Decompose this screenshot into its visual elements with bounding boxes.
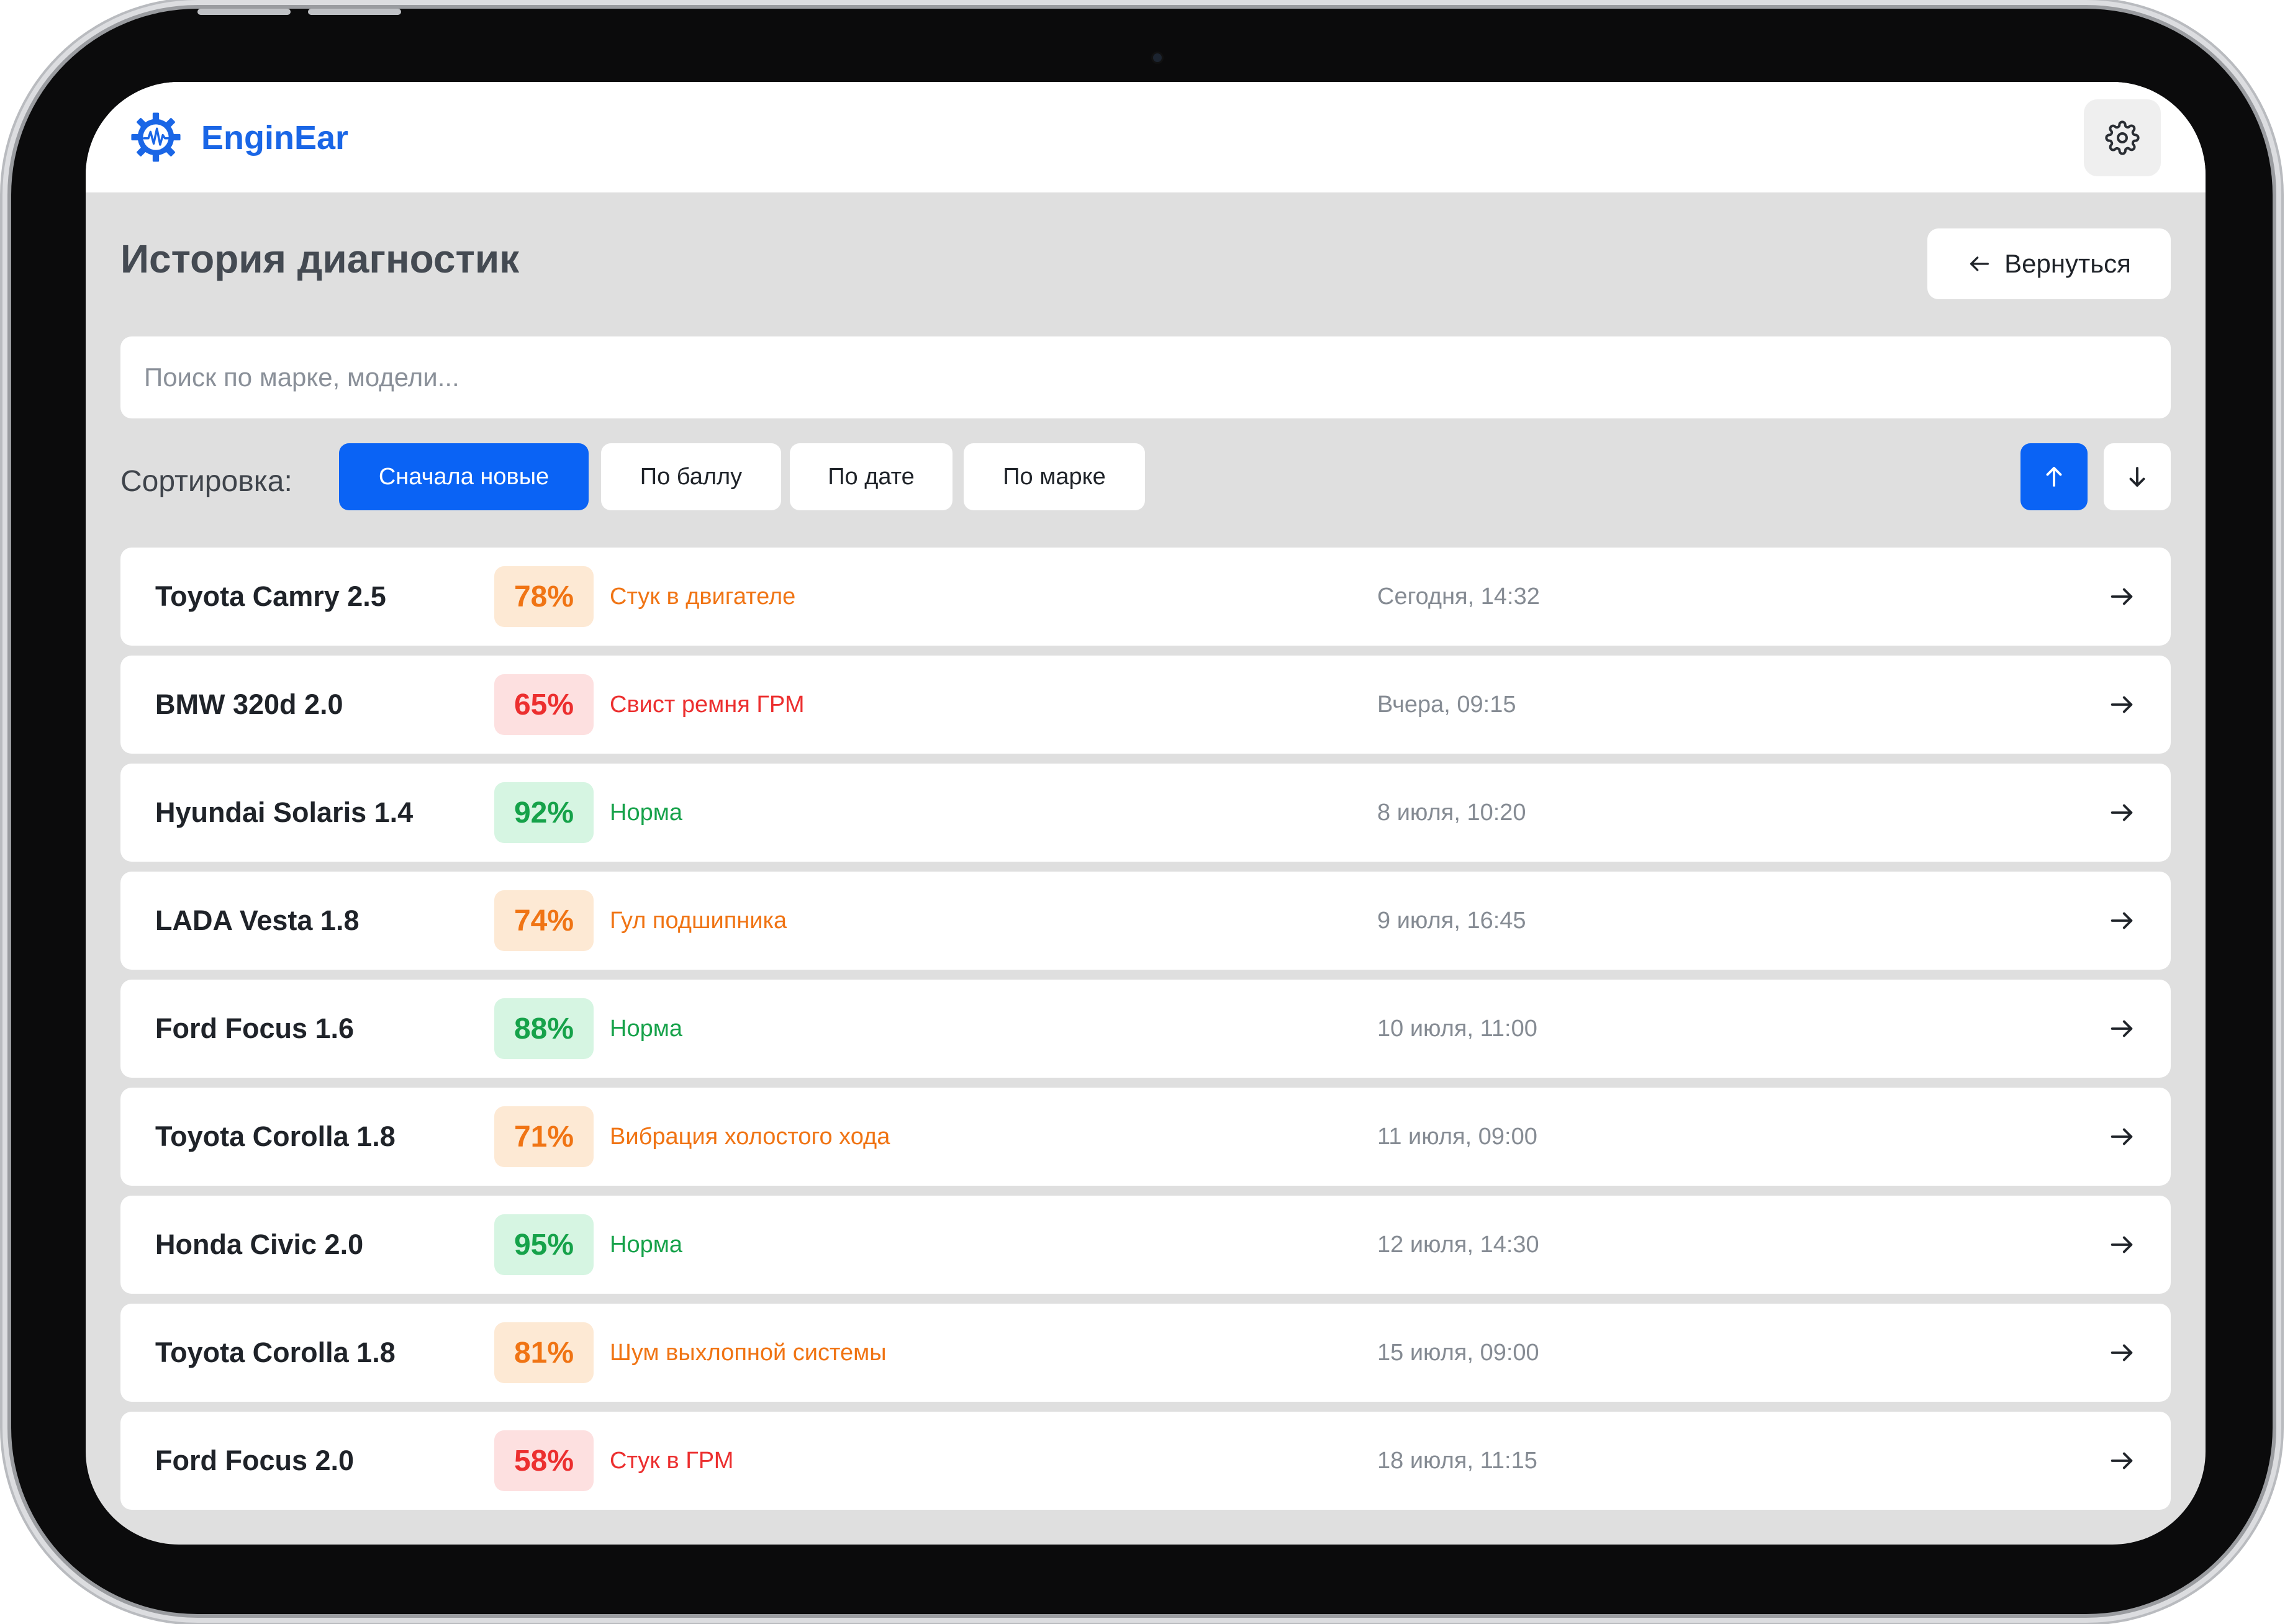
search-input[interactable] bbox=[120, 336, 2171, 418]
open-row-button[interactable] bbox=[2106, 797, 2137, 828]
score-badge: 65% bbox=[494, 674, 594, 735]
arrow-right-icon bbox=[2111, 1128, 2133, 1145]
open-row-button[interactable] bbox=[2106, 1229, 2137, 1260]
open-row-button[interactable] bbox=[2106, 905, 2137, 936]
open-row-button[interactable] bbox=[2106, 1013, 2137, 1044]
open-row-button[interactable] bbox=[2106, 1445, 2137, 1476]
diagnostics-list: Toyota Camry 2.5 78% Стук в двигателе Се… bbox=[120, 548, 2171, 1520]
car-model: BMW 320d 2.0 bbox=[155, 688, 343, 720]
score-badge: 95% bbox=[494, 1214, 594, 1275]
car-model: Ford Focus 1.6 bbox=[155, 1013, 355, 1044]
diagnostic-date: 12 июля, 14:30 bbox=[1377, 1232, 1539, 1258]
diagnostic-row[interactable]: Toyota Corolla 1.8 71% Вибрация холостог… bbox=[120, 1088, 2171, 1186]
diagnosis-text: Вибрация холостого хода bbox=[610, 1124, 890, 1150]
diagnosis-text: Свист ремня ГРМ bbox=[610, 692, 805, 718]
arrow-right-icon bbox=[2111, 804, 2133, 821]
arrow-right-icon bbox=[2111, 912, 2133, 929]
app-header: EnginEar bbox=[86, 82, 2206, 192]
diagnostic-row[interactable]: Ford Focus 2.0 58% Стук в ГРМ 18 июля, 1… bbox=[120, 1412, 2171, 1510]
car-model: Toyota Camry 2.5 bbox=[155, 580, 386, 612]
arrow-right-icon bbox=[2111, 696, 2133, 713]
settings-button[interactable] bbox=[2084, 99, 2161, 176]
sort-option-score[interactable]: По баллу bbox=[601, 443, 781, 510]
diagnosis-text: Норма bbox=[610, 800, 682, 826]
diagnostic-row[interactable]: BMW 320d 2.0 65% Свист ремня ГРМ Вчера, … bbox=[120, 656, 2171, 754]
score-badge: 78% bbox=[494, 566, 594, 627]
diagnostic-date: 9 июля, 16:45 bbox=[1377, 908, 1526, 934]
arrow-right-icon bbox=[2111, 1020, 2133, 1037]
score-badge: 81% bbox=[494, 1322, 594, 1383]
device-button bbox=[308, 9, 401, 15]
diagnosis-text: Стук в двигателе bbox=[610, 584, 796, 610]
arrow-right-icon bbox=[2111, 1236, 2133, 1253]
diagnostic-row[interactable]: Honda Civic 2.0 95% Норма 12 июля, 14:30 bbox=[120, 1196, 2171, 1294]
diagnosis-text: Норма bbox=[610, 1016, 682, 1042]
arrow-left-icon bbox=[1970, 256, 1989, 271]
sort-option-date[interactable]: По дате bbox=[790, 443, 952, 510]
score-badge: 92% bbox=[494, 782, 594, 843]
score-badge: 58% bbox=[494, 1430, 594, 1491]
diagnostic-row[interactable]: Ford Focus 1.6 88% Норма 10 июля, 11:00 bbox=[120, 980, 2171, 1078]
page-title: История диагностик bbox=[120, 237, 520, 281]
score-badge: 71% bbox=[494, 1106, 594, 1167]
sort-label: Сортировка: bbox=[120, 465, 292, 498]
gear-waveform-icon bbox=[131, 112, 181, 162]
app-brand: EnginEar bbox=[201, 119, 349, 156]
sort-option-brand[interactable]: По марке bbox=[964, 443, 1145, 510]
diagnosis-text: Стук в ГРМ bbox=[610, 1448, 734, 1474]
score-badge: 88% bbox=[494, 998, 594, 1059]
diagnostic-row[interactable]: Toyota Camry 2.5 78% Стук в двигателе Се… bbox=[120, 548, 2171, 646]
diagnostic-date: 8 июля, 10:20 bbox=[1377, 800, 1526, 826]
open-row-button[interactable] bbox=[2106, 1121, 2137, 1152]
diagnostic-date: 10 июля, 11:00 bbox=[1377, 1016, 1537, 1042]
diagnostic-date: 15 июля, 09:00 bbox=[1377, 1340, 1539, 1366]
diagnostic-row[interactable]: Toyota Corolla 1.8 81% Шум выхлопной сис… bbox=[120, 1304, 2171, 1402]
diagnostic-row[interactable]: LADA Vesta 1.8 74% Гул подшипника 9 июля… bbox=[120, 872, 2171, 970]
diagnosis-text: Норма bbox=[610, 1232, 682, 1258]
diagnostic-date: 11 июля, 09:00 bbox=[1377, 1124, 1537, 1150]
arrow-right-icon bbox=[2111, 1344, 2133, 1361]
sort-ascending-button[interactable] bbox=[2020, 443, 2088, 510]
arrow-right-icon bbox=[2111, 1452, 2133, 1469]
gear-icon bbox=[2105, 120, 2140, 155]
diagnostic-date: 18 июля, 11:15 bbox=[1377, 1448, 1537, 1474]
back-button-label: Вернуться bbox=[2004, 249, 2131, 278]
front-camera bbox=[1153, 53, 1162, 62]
diagnostic-row[interactable]: Hyundai Solaris 1.4 92% Норма 8 июля, 10… bbox=[120, 764, 2171, 862]
car-model: LADA Vesta 1.8 bbox=[155, 904, 360, 936]
diagnosis-text: Шум выхлопной системы bbox=[610, 1340, 887, 1366]
diagnosis-text: Гул подшипника bbox=[610, 908, 787, 934]
car-model: Honda Civic 2.0 bbox=[155, 1229, 364, 1260]
car-model: Hyundai Solaris 1.4 bbox=[155, 796, 414, 828]
sort-option-newest[interactable]: Сначала новые bbox=[339, 443, 589, 510]
back-button[interactable]: Вернуться bbox=[1927, 228, 2171, 299]
device-button bbox=[197, 9, 291, 15]
car-model: Ford Focus 2.0 bbox=[155, 1445, 355, 1476]
app-screen: EnginEar История диагностик Вернуться Со… bbox=[86, 82, 2206, 1545]
diagnostic-date: Вчера, 09:15 bbox=[1377, 692, 1516, 718]
car-model: Toyota Corolla 1.8 bbox=[155, 1121, 396, 1152]
arrow-right-icon bbox=[2111, 588, 2133, 605]
score-badge: 74% bbox=[494, 890, 594, 951]
open-row-button[interactable] bbox=[2106, 689, 2137, 720]
sort-descending-button[interactable] bbox=[2104, 443, 2171, 510]
open-row-button[interactable] bbox=[2106, 1337, 2137, 1368]
car-model: Toyota Corolla 1.8 bbox=[155, 1337, 396, 1368]
open-row-button[interactable] bbox=[2106, 581, 2137, 612]
arrow-down-icon bbox=[2129, 467, 2145, 487]
arrow-up-icon bbox=[2046, 467, 2062, 487]
diagnostic-date: Сегодня, 14:32 bbox=[1377, 584, 1540, 610]
